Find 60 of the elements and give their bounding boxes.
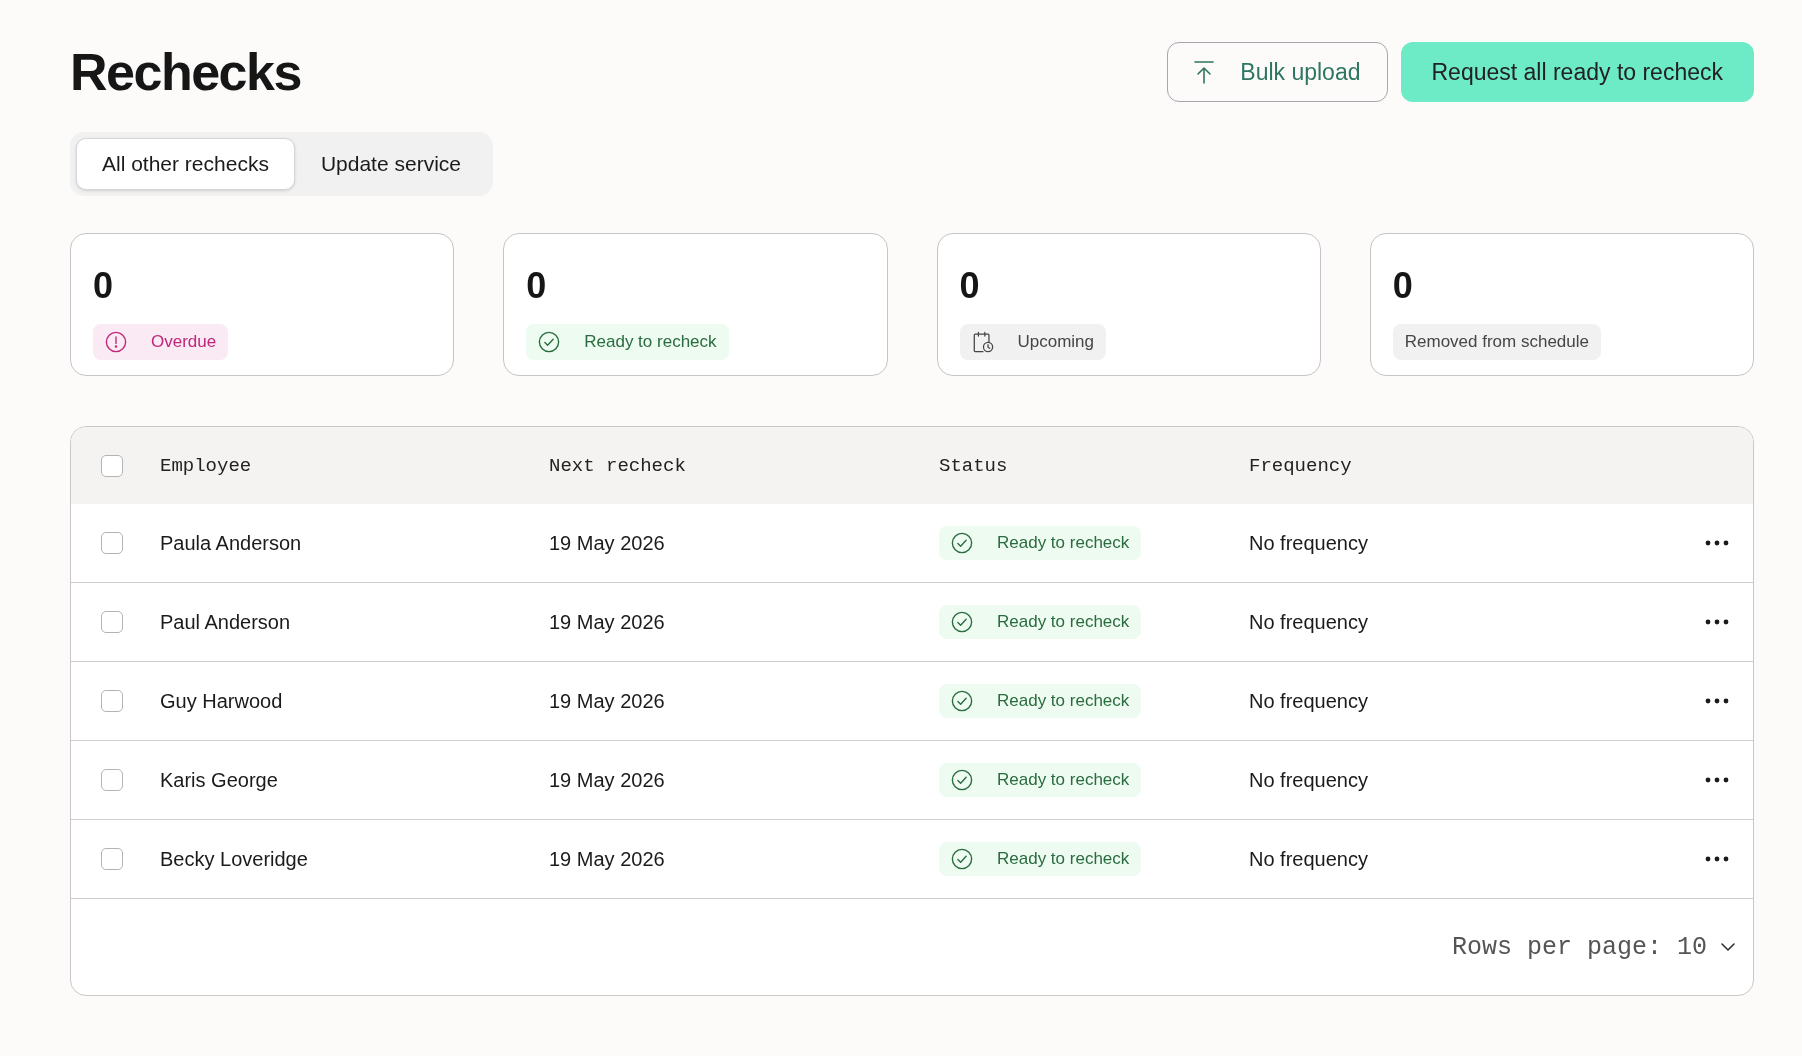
page-title: Rechecks xyxy=(70,42,301,102)
check-circle-icon xyxy=(538,331,561,353)
more-options-icon[interactable] xyxy=(1705,856,1729,862)
upload-icon xyxy=(1193,60,1216,84)
rows-per-page-label: Rows per page: xyxy=(1451,932,1662,962)
status-label: Removed from schedule xyxy=(1404,332,1589,352)
table-cell-text: No frequency xyxy=(1249,610,1369,634)
more-options-icon[interactable] xyxy=(1705,777,1729,783)
select-all-checkbox[interactable] xyxy=(101,454,123,477)
status-label: Overdue xyxy=(151,332,217,352)
employee-name: Becky Loveridge xyxy=(160,847,309,871)
column-header: Frequency xyxy=(1249,454,1353,477)
count-text: 0 xyxy=(1392,267,1414,305)
calendar-clock-icon xyxy=(971,331,994,353)
count-text: 0 xyxy=(959,267,981,305)
status-label: Ready to recheck xyxy=(997,849,1130,869)
table-cell-text: 19 May 2026 xyxy=(549,768,666,792)
table-cell-text: 19 May 2026 xyxy=(549,689,666,713)
table-cell-text: 19 May 2026 xyxy=(549,531,666,555)
count-text: 0 xyxy=(526,267,548,305)
check-circle-icon xyxy=(951,769,973,791)
table-cell-text: No frequency xyxy=(1249,531,1369,555)
column-header: Employee xyxy=(160,454,253,477)
check-circle-icon xyxy=(951,690,973,712)
status-label: Upcoming xyxy=(1017,332,1095,352)
column-header: Status xyxy=(939,454,1009,477)
alert-circle-icon xyxy=(105,331,127,353)
table-cell-text: No frequency xyxy=(1249,689,1369,713)
employee-name: Paula Anderson xyxy=(160,531,303,555)
table-cell-text: 19 May 2026 xyxy=(549,610,666,634)
status-label: Ready to recheck xyxy=(997,533,1130,553)
tab[interactable]: Update service xyxy=(294,138,487,190)
status-label: Ready to recheck xyxy=(997,612,1130,632)
row-checkbox[interactable] xyxy=(101,690,123,712)
status-label: Ready to recheck xyxy=(997,770,1130,790)
count-text: 0 xyxy=(93,267,115,305)
tab[interactable]: All other rechecks xyxy=(76,138,295,190)
request-button[interactable]: Request all ready to recheck xyxy=(1400,42,1754,102)
column-header: Next recheck xyxy=(549,454,687,477)
rows-per-page-select[interactable]: 10 xyxy=(1677,932,1735,962)
status-label: Ready to recheck xyxy=(584,332,717,352)
row-checkbox[interactable] xyxy=(101,848,123,870)
table-cell-text: No frequency xyxy=(1249,847,1369,871)
employee-name: Karis George xyxy=(160,768,279,792)
more-options-icon[interactable] xyxy=(1705,698,1729,704)
more-options-icon[interactable] xyxy=(1705,619,1729,625)
status-label: Ready to recheck xyxy=(997,691,1130,711)
check-circle-icon xyxy=(951,611,973,633)
chevron-down-icon xyxy=(1721,943,1735,951)
more-options-icon[interactable] xyxy=(1705,540,1729,546)
row-checkbox[interactable] xyxy=(101,769,123,791)
row-checkbox[interactable] xyxy=(101,611,123,633)
table-cell-text: No frequency xyxy=(1249,768,1369,792)
check-circle-icon xyxy=(951,848,973,870)
row-checkbox[interactable] xyxy=(101,532,123,554)
employee-name: Guy Harwood xyxy=(160,689,284,713)
table-cell-text: 19 May 2026 xyxy=(549,847,666,871)
check-circle-icon xyxy=(951,532,973,554)
employee-name: Paul Anderson xyxy=(160,610,292,634)
upload-button[interactable]: Bulk upload xyxy=(1167,42,1388,102)
